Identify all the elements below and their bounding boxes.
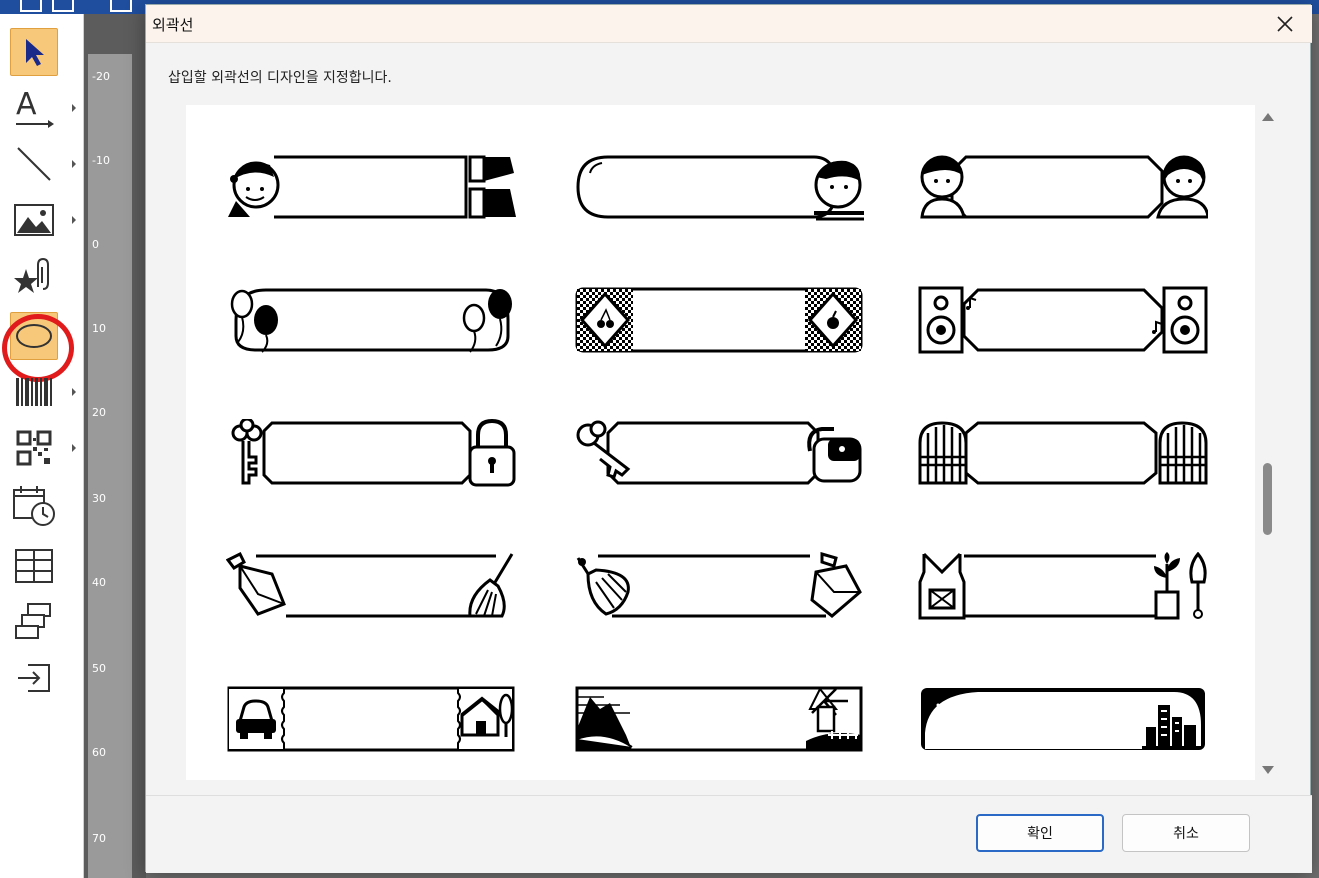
image-tool[interactable]: [10, 196, 76, 244]
ruler-label: -20: [92, 70, 110, 83]
mountain-windmill-icon: [575, 686, 863, 752]
frame-dialog: 외곽선 삽입할 외곽선의 디자인을 지정합니다. 확인 취소: [145, 4, 1312, 873]
frame-key-lock[interactable]: [226, 419, 516, 487]
key-lock-icon: [231, 419, 516, 487]
frame-balloons[interactable]: [226, 286, 516, 354]
numbering-icon: [15, 603, 51, 639]
edit-icon[interactable]: [20, 0, 42, 12]
frame-fruit-tiles[interactable]: [574, 286, 864, 354]
key-padlock-icon: [576, 420, 862, 485]
line-tool[interactable]: [10, 140, 76, 188]
gate-icon: [918, 421, 1208, 485]
frame-boy-girl[interactable]: [918, 153, 1208, 221]
left-toolbar: A: [0, 14, 84, 878]
ruler-label: 20: [92, 406, 106, 419]
close-button[interactable]: [1272, 11, 1298, 37]
ruler-label: 60: [92, 746, 106, 759]
barcode-tool[interactable]: [10, 368, 76, 416]
barcode-icon: [16, 378, 52, 406]
broom-dustpan-icon: [576, 552, 862, 618]
dialog-footer: 확인 취소: [146, 795, 1312, 873]
ruler-label: 0: [92, 238, 99, 251]
frame-key-padlock[interactable]: [574, 419, 864, 487]
clipart-tool[interactable]: [10, 252, 58, 300]
frame-mountain-windmill[interactable]: [574, 685, 864, 753]
scroll-up-icon[interactable]: [1262, 113, 1274, 121]
frame-broom-dustpan[interactable]: [574, 552, 864, 620]
scroll-thumb[interactable]: [1263, 463, 1272, 535]
qrcode-icon: [16, 430, 52, 466]
frame-dustpan-broom[interactable]: [226, 552, 516, 620]
svg-text:A: A: [16, 87, 37, 122]
clipart-icon: [14, 257, 49, 293]
garden-icon: [918, 552, 1207, 620]
table-tool[interactable]: [10, 542, 58, 590]
text-icon: A: [16, 87, 54, 128]
numbering-tool[interactable]: [10, 598, 58, 646]
balloon-icon: [230, 288, 512, 353]
ruler-label: 30: [92, 492, 106, 505]
gallery-scrollbar[interactable]: [1256, 105, 1280, 780]
frame-elf-boots[interactable]: [226, 153, 516, 221]
close-icon: [1277, 16, 1293, 32]
table-icon: [15, 549, 53, 583]
frame-garden[interactable]: [918, 552, 1208, 620]
car-house-icon: [227, 686, 515, 752]
qrcode-tool[interactable]: [10, 424, 76, 472]
ruler-label: 10: [92, 322, 106, 335]
dialog-title: 외곽선: [152, 16, 194, 34]
speaker-icon: [918, 286, 1208, 354]
vertical-ruler: -20 -10 0 10 20 30 40 50 60 70: [84, 14, 146, 878]
fruit-tile-icon: [575, 287, 863, 353]
ruler-label: -10: [92, 154, 110, 167]
dustpan-broom-icon: [226, 552, 514, 618]
document-icon[interactable]: [52, 0, 74, 12]
dialog-instruction: 삽입할 외곽선의 디자인을 지정합니다.: [168, 70, 392, 86]
import-icon: [18, 664, 50, 692]
boy-face-icon: [576, 155, 864, 221]
night-city-icon: [921, 688, 1205, 750]
line-icon: [17, 147, 51, 181]
frame-night-city[interactable]: [918, 685, 1208, 753]
frame-gallery: [186, 105, 1255, 780]
image-icon: [14, 204, 54, 236]
elf-boots-icon: [228, 155, 516, 219]
frame-speakers[interactable]: [918, 286, 1208, 354]
select-tool[interactable]: [10, 28, 58, 76]
boy-girl-icon: [920, 155, 1208, 219]
page-icon[interactable]: [110, 0, 132, 12]
ruler-label: 50: [92, 662, 106, 675]
ruler-label: 70: [92, 832, 106, 845]
import-tool[interactable]: [10, 654, 58, 702]
datetime-tool[interactable]: [10, 482, 58, 530]
cancel-button[interactable]: 취소: [1122, 814, 1250, 852]
pointer-icon: [26, 39, 44, 66]
ok-button[interactable]: 확인: [976, 814, 1104, 852]
calendar-clock-icon: [13, 486, 55, 526]
scroll-down-icon[interactable]: [1262, 766, 1274, 774]
frame-round-boy[interactable]: [574, 153, 864, 221]
frame-car-house[interactable]: [226, 685, 516, 753]
dialog-title-bar: 외곽선: [146, 5, 1312, 43]
text-tool[interactable]: A: [10, 84, 76, 132]
ruler-label: 40: [92, 576, 106, 589]
frame-gates[interactable]: [918, 419, 1208, 487]
